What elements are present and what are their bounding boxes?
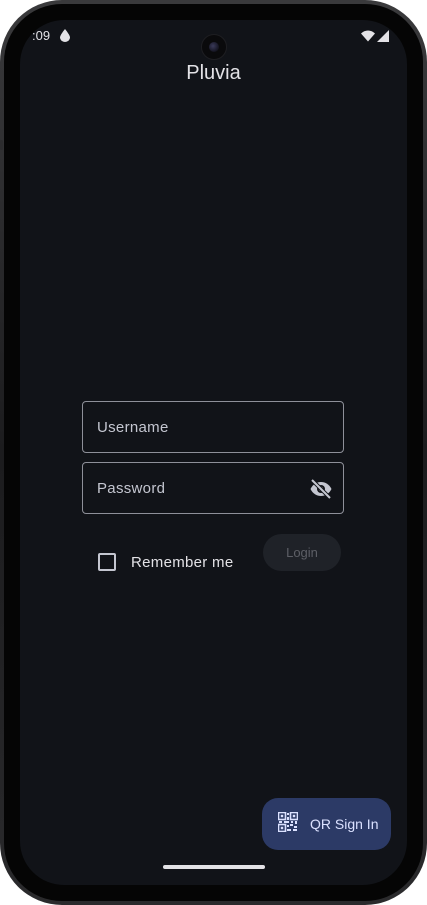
remember-me-row[interactable]: Remember me	[98, 553, 234, 571]
side-button-left	[0, 140, 3, 150]
water-drop-icon	[60, 29, 70, 47]
status-icons	[361, 29, 389, 47]
visibility-off-icon[interactable]	[309, 477, 333, 501]
qr-code-icon	[277, 811, 299, 837]
remember-me-checkbox[interactable]	[98, 553, 116, 571]
username-label: Username	[97, 419, 169, 436]
login-button[interactable]: Login	[263, 534, 341, 571]
device-frame: :09 Pluvia Username Password Remember me…	[0, 0, 427, 905]
password-label: Password	[97, 480, 166, 497]
device-bezel: :09 Pluvia Username Password Remember me…	[4, 4, 423, 901]
wifi-icon	[361, 29, 375, 47]
qr-sign-in-button[interactable]: QR Sign In	[262, 798, 391, 850]
signal-icon	[377, 29, 389, 47]
home-indicator[interactable]	[162, 865, 265, 869]
front-camera	[200, 34, 227, 60]
app-screen: :09 Pluvia Username Password Remember me…	[20, 20, 407, 885]
app-title: Pluvia	[186, 62, 241, 84]
qr-sign-in-label: QR Sign In	[310, 816, 379, 832]
status-time: :09	[32, 28, 51, 43]
password-field[interactable]: Password	[82, 462, 344, 514]
username-field[interactable]: Username	[82, 401, 344, 453]
remember-me-label: Remember me	[131, 553, 234, 571]
